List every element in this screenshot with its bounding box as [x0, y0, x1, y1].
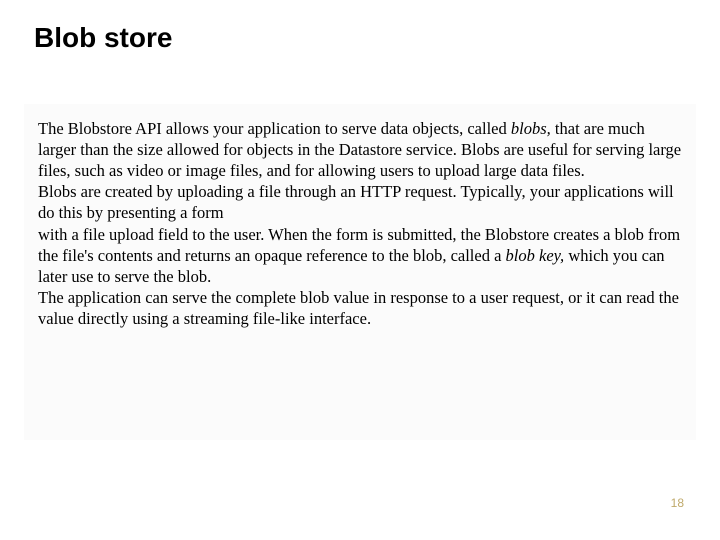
page-number: 18: [671, 496, 684, 510]
paragraph-4: The application can serve the complete b…: [38, 287, 682, 329]
slide-title: Blob store: [34, 22, 172, 54]
italic-run-blob-key: blob key,: [506, 246, 565, 265]
text-run: The Blobstore API allows your applicatio…: [38, 119, 511, 138]
italic-run-blobs: blobs,: [511, 119, 551, 138]
slide: Blob store The Blobstore API allows your…: [0, 0, 720, 540]
paragraph-3: with a file upload field to the user. Wh…: [38, 224, 682, 287]
body-text-box: The Blobstore API allows your applicatio…: [24, 104, 696, 440]
paragraph-2: Blobs are created by uploading a file th…: [38, 181, 682, 223]
paragraph-1: The Blobstore API allows your applicatio…: [38, 118, 682, 181]
